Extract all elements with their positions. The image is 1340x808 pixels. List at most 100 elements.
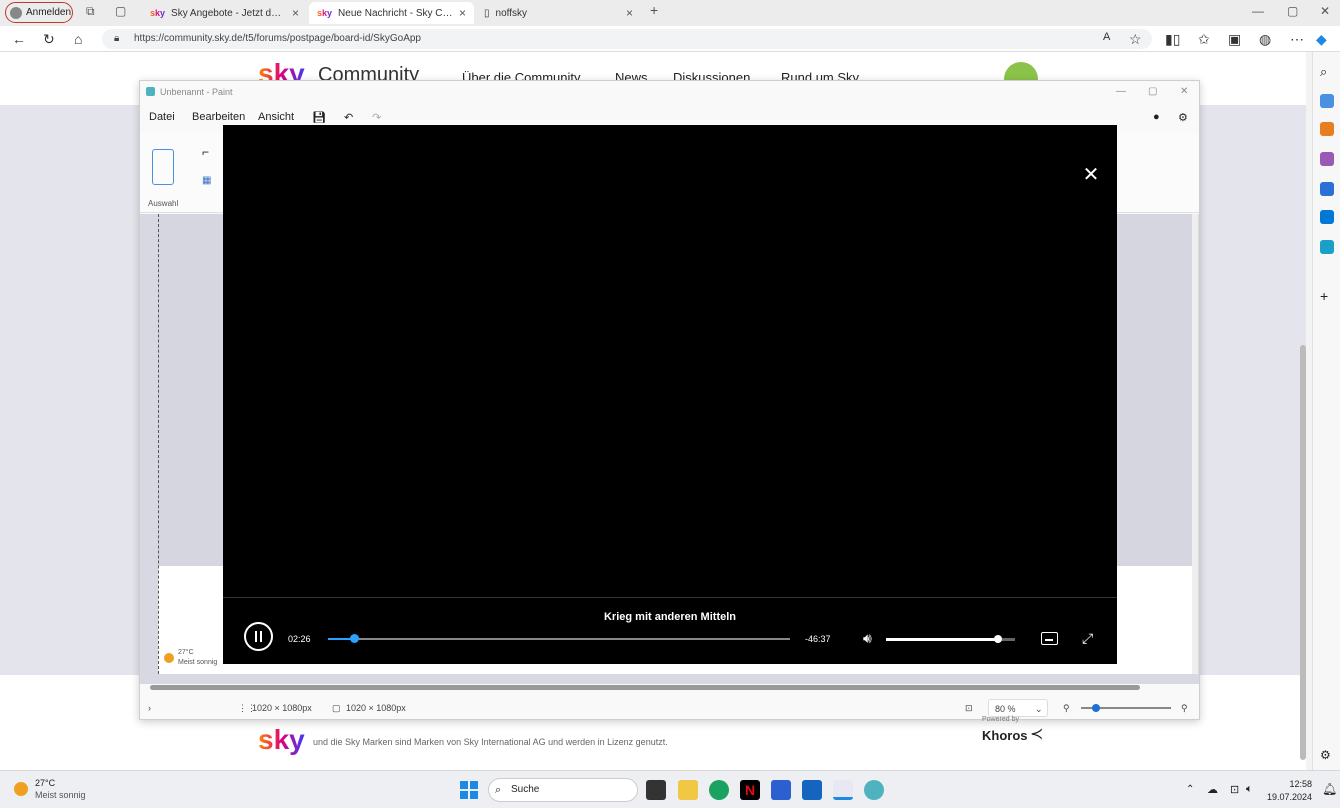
- fit-to-window-icon[interactable]: ⊡: [965, 696, 973, 720]
- fullscreen-icon[interactable]: ⤢: [1082, 630, 1093, 647]
- paint-redo-icon[interactable]: ↷: [372, 111, 381, 124]
- paint-menu-ansicht[interactable]: Ansicht: [258, 111, 294, 123]
- split-screen-icon[interactable]: ▮▯: [1165, 31, 1180, 48]
- paint-maximize-icon[interactable]: ▢: [1148, 81, 1157, 103]
- clock-date[interactable]: 19.07.2024: [1242, 792, 1312, 802]
- task-view-icon[interactable]: [646, 780, 666, 800]
- tab-actions-icon[interactable]: ▢: [115, 4, 126, 18]
- paint-account-icon[interactable]: ●: [1153, 111, 1160, 123]
- embedded-weather-desc: Meist sonnig: [178, 659, 218, 666]
- paint-minimize-icon[interactable]: —: [1116, 81, 1126, 103]
- image-tool-icon[interactable]: ▦: [202, 175, 211, 186]
- office-icon[interactable]: [1320, 182, 1334, 196]
- home-icon[interactable]: ⌂: [74, 31, 82, 47]
- extensions-icon[interactable]: ◍: [1259, 31, 1271, 48]
- close-tab-icon[interactable]: ×: [626, 6, 633, 20]
- settings-gear-icon[interactable]: ⚙: [1320, 748, 1334, 762]
- zoom-out-icon[interactable]: ⚲: [1063, 696, 1070, 720]
- minimize-icon[interactable]: —: [1252, 4, 1264, 18]
- clock-time[interactable]: 12:58: [1262, 779, 1312, 789]
- collections-icon[interactable]: ▣: [1228, 31, 1241, 48]
- close-window-icon[interactable]: ✕: [1320, 4, 1330, 18]
- paint-undo-icon[interactable]: ↶: [344, 111, 353, 124]
- shopping-icon[interactable]: [1320, 122, 1334, 136]
- embedded-weather-temp: 27°C: [178, 649, 194, 656]
- win-pane: [460, 781, 468, 789]
- send-icon[interactable]: [1320, 240, 1334, 254]
- page-favicon-icon: ▯: [484, 7, 490, 19]
- onedrive-icon[interactable]: ☁: [1207, 783, 1218, 796]
- copilot-icon[interactable]: ◆: [1316, 31, 1327, 48]
- read-aloud-icon[interactable]: A: [1103, 31, 1110, 43]
- maximize-icon[interactable]: ▢: [1287, 4, 1298, 18]
- volume-slider[interactable]: [886, 635, 1015, 643]
- sky-favicon-icon: sky: [150, 8, 166, 18]
- powered-by-label: Powered by: [982, 716, 1019, 723]
- search-icon[interactable]: ⌕: [1320, 64, 1334, 79]
- paint-status-bar: › ⋮⋮ 1020 × 1080px ▢ 1020 × 1080px ⊡ 80 …: [140, 696, 1199, 720]
- paint-menu-datei[interactable]: Datei: [149, 111, 175, 123]
- paint-settings-icon[interactable]: ⚙: [1178, 111, 1188, 124]
- paint-vertical-scrollbar[interactable]: [1192, 214, 1198, 674]
- store-icon[interactable]: [771, 780, 791, 800]
- add-icon[interactable]: +: [1320, 288, 1334, 304]
- more-menu-icon[interactable]: ⋯: [1290, 31, 1304, 48]
- tab-sky-angebote[interactable]: sky Sky Angebote - Jetzt dein Abo si ×: [142, 2, 307, 24]
- sky-app-icon[interactable]: [833, 780, 853, 800]
- volume-fill: [886, 638, 999, 641]
- chevron-down-icon: ⌄: [1035, 704, 1043, 714]
- paint-menu-bearbeiten[interactable]: Bearbeiten: [192, 111, 245, 123]
- pause-icon-bar: [260, 631, 262, 642]
- tray-chevron-icon[interactable]: ⌃: [1186, 784, 1194, 795]
- win-pane: [460, 791, 468, 799]
- ribbon-label-auswahl: Auswahl: [148, 199, 179, 208]
- netflix-icon[interactable]: N: [740, 780, 760, 800]
- start-windows-icon[interactable]: [460, 781, 478, 799]
- close-tab-icon[interactable]: ×: [292, 6, 299, 20]
- profile-button[interactable]: Anmelden: [5, 2, 73, 23]
- selection-tool-icon[interactable]: [152, 149, 174, 185]
- taskbar-search-input[interactable]: ⌕ Suche: [488, 778, 638, 802]
- subtitles-icon[interactable]: [1041, 632, 1058, 645]
- notifications-icon[interactable]: 🔔︎: [1322, 782, 1337, 796]
- progress-bar[interactable]: [328, 634, 790, 643]
- close-icon[interactable]: ✕: [1081, 165, 1101, 185]
- crop-icon[interactable]: ⌐: [202, 145, 209, 159]
- volume-icon[interactable]: 🔊︎: [863, 630, 872, 647]
- video-player[interactable]: ✕ Krieg mit anderen Mitteln 02:26 -46:37…: [223, 125, 1117, 664]
- weather-temp[interactable]: 27°C: [35, 778, 55, 788]
- url-input[interactable]: 🔒︎ https://community.sky.de/t5/forums/po…: [102, 29, 1152, 49]
- file-explorer-icon[interactable]: [678, 780, 698, 800]
- zoom-slider-knob[interactable]: [1092, 704, 1100, 712]
- progress-knob[interactable]: [349, 634, 359, 643]
- favorites-icon[interactable]: ✩: [1198, 31, 1210, 48]
- paint-taskbar-icon[interactable]: [864, 780, 884, 800]
- favorite-star-icon[interactable]: ☆: [1129, 31, 1142, 48]
- tab-neue-nachricht[interactable]: sky Neue Nachricht - Sky Communit ×: [309, 2, 474, 24]
- paint-app-icon: [146, 87, 155, 96]
- back-icon[interactable]: ←: [12, 31, 26, 47]
- status-expand-icon[interactable]: ›: [148, 696, 151, 720]
- paint-close-icon[interactable]: ✕: [1180, 81, 1188, 103]
- khoros-logo[interactable]: Khoros: [982, 728, 1028, 743]
- reload-icon[interactable]: ↻: [43, 31, 55, 48]
- sidebar-app-icon[interactable]: [1320, 94, 1334, 108]
- paint-save-icon[interactable]: 💾︎: [312, 111, 326, 124]
- app-icon[interactable]: [802, 780, 822, 800]
- outlook-icon[interactable]: [1320, 210, 1334, 224]
- tab-noffsky[interactable]: ▯ noffsky ×: [476, 2, 641, 24]
- zoom-in-icon[interactable]: ⚲: [1181, 696, 1188, 720]
- zoom-select[interactable]: 80 % ⌄: [988, 699, 1048, 717]
- people-icon[interactable]: [1320, 152, 1334, 166]
- volume-knob[interactable]: [994, 635, 1003, 643]
- page-scrollbar-thumb[interactable]: [1300, 345, 1306, 760]
- weather-sun-icon[interactable]: [14, 782, 28, 796]
- workspaces-icon[interactable]: ⧉: [86, 4, 95, 19]
- close-tab-icon[interactable]: ×: [459, 6, 466, 20]
- pause-button[interactable]: [244, 622, 273, 651]
- time-elapsed: 02:26: [288, 634, 311, 644]
- new-tab-icon[interactable]: +: [650, 2, 658, 18]
- edge-browser-icon[interactable]: [709, 780, 729, 800]
- tray-apps-icon[interactable]: ⊡: [1230, 783, 1239, 796]
- paint-horizontal-scrollbar[interactable]: [150, 685, 1140, 690]
